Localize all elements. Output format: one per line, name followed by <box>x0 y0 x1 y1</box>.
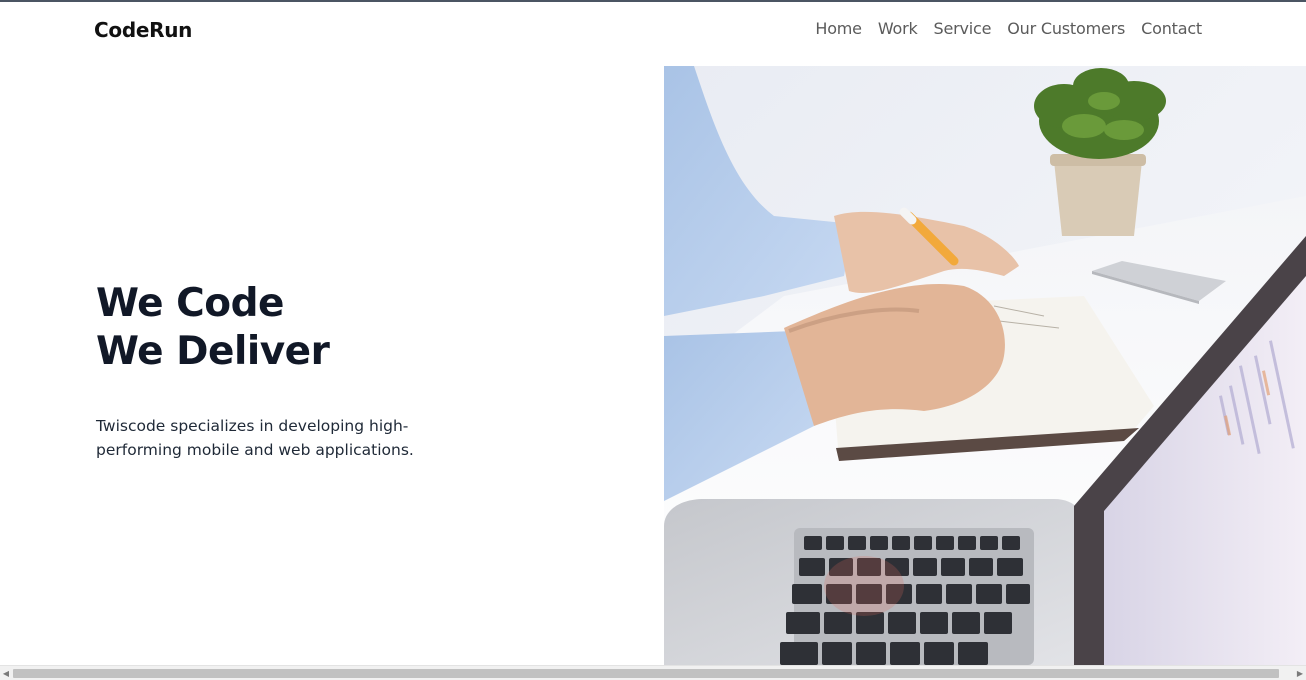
nav-service[interactable]: Service <box>934 19 992 38</box>
navbar: CodeRun Home Work Service Our Customers … <box>0 2 1306 58</box>
hero-description: Twiscode specializes in developing high-… <box>96 417 414 459</box>
nav-contact[interactable]: Contact <box>1141 19 1202 38</box>
hero-section: We Code We Deliver Twiscode specializes … <box>96 280 576 462</box>
workspace-illustration <box>664 66 1306 665</box>
nav-work[interactable]: Work <box>878 19 918 38</box>
nav-home[interactable]: Home <box>815 19 862 38</box>
scroll-left-arrow-icon[interactable]: ◀ <box>0 667 12 680</box>
hero-title-line-2: We Deliver <box>96 329 330 374</box>
main-nav: Home Work Service Our Customers Contact <box>815 19 1202 38</box>
hero-title-line-1: We Code <box>96 281 284 326</box>
brand-logo[interactable]: CodeRun <box>94 18 192 42</box>
hero-title: We Code We Deliver <box>96 280 576 376</box>
horizontal-scrollbar[interactable]: ◀ ▶ <box>0 665 1306 680</box>
scrollbar-thumb[interactable] <box>13 669 1279 678</box>
nav-our-customers[interactable]: Our Customers <box>1007 19 1125 38</box>
hero-image <box>664 66 1306 665</box>
scroll-right-arrow-icon[interactable]: ▶ <box>1294 667 1306 680</box>
